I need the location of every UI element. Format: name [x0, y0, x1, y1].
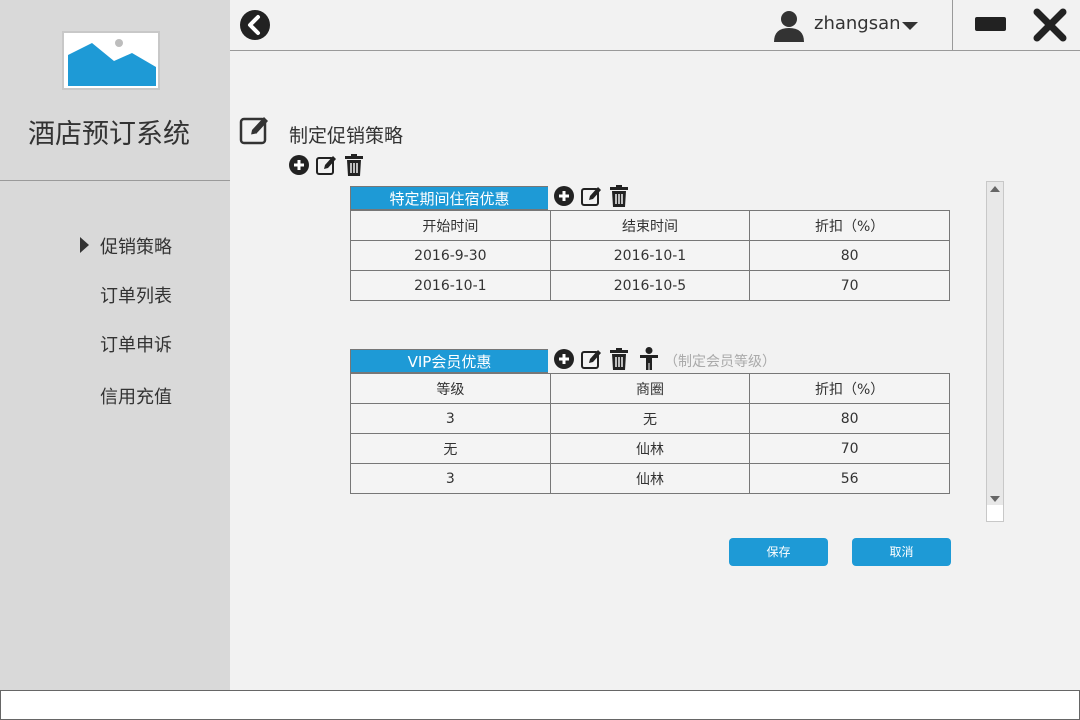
add-vip-icon[interactable] — [554, 349, 574, 373]
save-button[interactable]: 保存 — [729, 538, 828, 566]
sidebar-item-order-appeal[interactable]: 订单申诉 — [100, 331, 172, 357]
table-cell: 仙林 — [549, 433, 751, 464]
vertical-scrollbar[interactable] — [986, 181, 1004, 522]
scroll-down-arrow-icon[interactable] — [990, 496, 1000, 502]
sidebar-divider — [0, 180, 230, 181]
table-cell: 无 — [350, 433, 551, 464]
app-title: 酒店预订系统 — [28, 119, 190, 150]
table-header-row: 开始时间 结束时间 折扣（%） — [350, 210, 950, 241]
table-cell: 70 — [749, 433, 950, 464]
table-cell: 56 — [749, 463, 950, 494]
sidebar-item-order-list[interactable]: 订单列表 — [100, 282, 172, 308]
table-cell: 80 — [749, 240, 950, 271]
table-cell: 2016-9-30 — [350, 240, 551, 271]
add-period-icon[interactable] — [554, 186, 574, 210]
table-cell: 无 — [549, 403, 751, 434]
delete-strategy-icon[interactable] — [344, 154, 364, 178]
table-row[interactable]: 3 仙林 56 — [350, 463, 950, 494]
header-separator — [952, 0, 953, 50]
table-row[interactable]: 2016-9-30 2016-10-1 80 — [350, 240, 950, 271]
close-icon[interactable] — [1032, 7, 1068, 43]
logo-image-icon — [62, 31, 160, 90]
period-table-title: 特定期间住宿优惠 — [350, 186, 548, 210]
add-strategy-icon[interactable] — [289, 155, 309, 179]
chevron-down-icon[interactable] — [902, 22, 918, 30]
username[interactable]: zhangsan — [814, 13, 901, 34]
table-cell: 80 — [749, 403, 950, 434]
member-level-hint[interactable]: （制定会员等级） — [664, 351, 776, 371]
table-cell: 仙林 — [549, 463, 751, 494]
table-row[interactable]: 3 无 80 — [350, 403, 950, 434]
column-header: 等级 — [350, 373, 551, 404]
sidebar-item-promotion[interactable]: 促销策略 — [100, 233, 172, 259]
sidebar: 酒店预订系统 促销策略 订单列表 订单申诉 信用充值 — [0, 0, 230, 690]
table-cell: 70 — [749, 270, 950, 301]
member-level-icon[interactable] — [638, 347, 660, 371]
column-header: 开始时间 — [350, 210, 551, 241]
edit-strategy-icon[interactable] — [316, 154, 338, 178]
scrollbar-corner — [987, 505, 1003, 521]
edit-period-icon[interactable] — [581, 185, 603, 209]
table-cell: 3 — [350, 403, 551, 434]
minimize-icon[interactable] — [975, 17, 1006, 31]
table-header-row: 等级 商圈 折扣（%） — [350, 373, 950, 404]
scroll-up-arrow-icon[interactable] — [990, 186, 1000, 192]
column-header: 折扣（%） — [749, 210, 950, 241]
back-icon[interactable] — [239, 9, 271, 41]
column-header: 商圈 — [549, 373, 751, 404]
vip-table: 等级 商圈 折扣（%） 3 无 80 无 仙林 70 3 仙林 56 — [350, 373, 950, 494]
table-cell: 2016-10-1 — [549, 240, 751, 271]
edit-icon — [239, 113, 271, 147]
table-row[interactable]: 无 仙林 70 — [350, 433, 950, 464]
cancel-button[interactable]: 取消 — [852, 538, 951, 566]
vip-table-title: VIP会员优惠 — [350, 349, 548, 373]
user-avatar-icon[interactable] — [772, 9, 806, 43]
delete-period-icon[interactable] — [609, 185, 629, 209]
active-arrow-icon — [80, 237, 89, 253]
delete-vip-icon[interactable] — [609, 348, 629, 372]
section-title: 制定促销策略 — [289, 125, 404, 147]
table-cell: 2016-10-1 — [350, 270, 551, 301]
edit-vip-icon[interactable] — [581, 348, 603, 372]
column-header: 折扣（%） — [749, 373, 950, 404]
table-row[interactable]: 2016-10-1 2016-10-5 70 — [350, 270, 950, 301]
table-cell: 2016-10-5 — [549, 270, 751, 301]
column-header: 结束时间 — [549, 210, 751, 241]
table-cell: 3 — [350, 463, 551, 494]
period-table: 开始时间 结束时间 折扣（%） 2016-9-30 2016-10-1 80 2… — [350, 210, 950, 301]
sidebar-item-credit-recharge[interactable]: 信用充值 — [100, 383, 172, 409]
status-bar — [0, 690, 1080, 720]
